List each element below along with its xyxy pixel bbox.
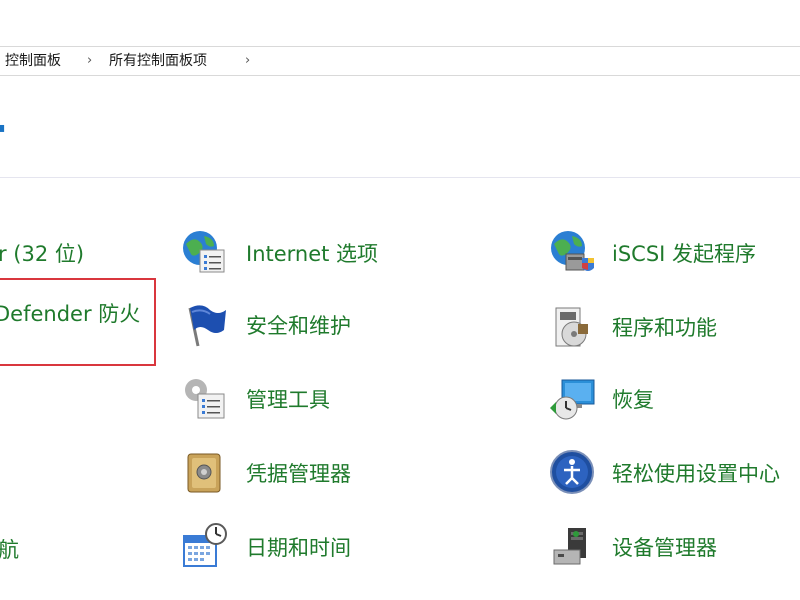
programs-features-icon [555,307,588,347]
cp-item-label: Internet 选项 [246,242,379,266]
cp-item-label: iSCSI 发起程序 [612,242,757,266]
cp-item-credential-manager[interactable]: 凭据管理器 [180,448,420,500]
cp-item-device-manager[interactable]: 设备管理器 [548,522,800,574]
cp-item-date-time[interactable]: 日期和时间 [180,522,420,574]
security-maintenance-flag-icon [188,305,226,347]
cp-item-iscsi-initiator[interactable]: iSCSI 发起程序 [548,228,800,280]
credential-manager-icon [187,453,221,493]
cp-item-label: r (32 位) [0,242,85,266]
cp-item-label: 程序和功能 [612,316,717,340]
cp-item-label: 航 [0,538,19,562]
header-divider [0,177,800,178]
cp-item-ease-of-access[interactable]: 轻松使用设置中心 [548,448,800,500]
breadcrumb-item-control-panel[interactable]: 控制面板 [5,53,61,69]
ease-of-access-icon [550,450,594,494]
recovery-icon [550,379,595,420]
cp-item-label: 安全和维护 [246,314,351,338]
date-time-icon [183,523,227,567]
highlight-box [0,278,156,366]
left-edge-fragment: ▪ [0,120,6,136]
cp-item-label: 管理工具 [246,388,330,412]
breadcrumb-separator[interactable]: › [245,53,250,69]
cp-item-recovery[interactable]: 恢复 [548,374,800,426]
cp-item-security-maintenance[interactable]: 安全和维护 [180,300,420,352]
cp-item-internet-options[interactable]: Internet 选项 [180,228,420,280]
cp-item-administrative-tools[interactable]: 管理工具 [180,374,420,426]
cp-item-label: 凭据管理器 [246,462,351,486]
cp-item-label: 日期和时间 [246,536,351,560]
administrative-tools-icon [185,379,225,419]
cp-item-programs-features[interactable]: 程序和功能 [548,302,800,354]
breadcrumb-item-all-items[interactable]: 所有控制面板项 [109,53,207,69]
device-manager-icon [553,528,586,565]
cp-item-label: 恢复 [612,388,654,412]
breadcrumb-separator[interactable]: › [87,53,92,69]
control-panel-window: 控制面板 › 所有控制面板项 › ▪ r (32 位) Defender 防火 … [0,0,800,600]
cp-item-label: 轻松使用设置中心 [612,462,780,486]
cp-item-label: 设备管理器 [612,536,717,560]
internet-options-icon [183,231,225,273]
iscsi-initiator-icon [551,231,594,271]
breadcrumb[interactable]: 控制面板 › 所有控制面板项 › [0,46,800,76]
